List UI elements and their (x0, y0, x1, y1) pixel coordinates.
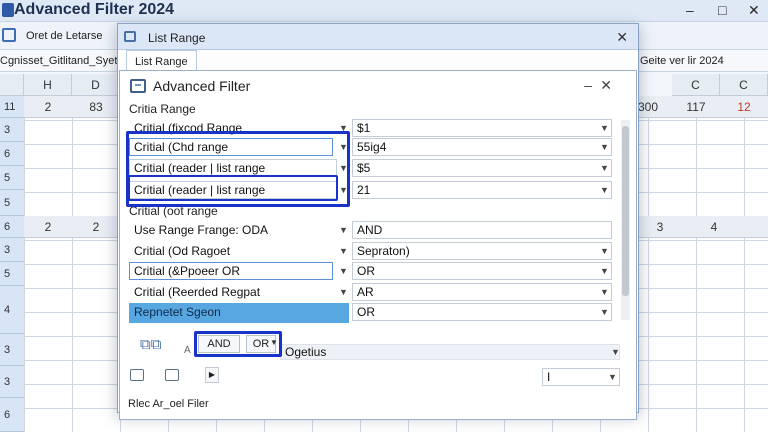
chevron-down-icon[interactable]: ▼ (339, 225, 348, 235)
cell-value[interactable]: 3 (640, 220, 680, 234)
criteria-field-6[interactable]: Critial (Od Ragoet (129, 242, 337, 260)
chevron-down-icon[interactable]: ▼ (339, 163, 348, 173)
save-icon[interactable] (130, 369, 144, 381)
name-box[interactable]: Cgnisset_Gitlitand_Syetidc (0, 55, 131, 67)
formula-text: Geite ver lir 2024 (640, 55, 724, 67)
ribbon-label[interactable]: Oret de Letarse (26, 30, 102, 42)
logic-and-button[interactable]: AND (198, 335, 240, 353)
value-field-5[interactable]: AND (352, 221, 612, 239)
scrollbar-thumb[interactable] (622, 126, 629, 296)
chevron-down-icon[interactable]: ▼ (339, 266, 348, 276)
dialog-scrollbar[interactable] (621, 120, 630, 320)
criteria-field-8[interactable]: Critial (Reerded Regpat (129, 283, 337, 301)
section-label-output: Critial (oot range (129, 204, 218, 218)
chevron-down-icon[interactable]: ▼ (600, 307, 609, 317)
value-field-3[interactable]: $5 (352, 159, 612, 177)
criteria-field-4[interactable]: Critial (reader | list range (129, 181, 337, 199)
criteria-field-1[interactable]: Critial (fixcod Range (129, 119, 337, 137)
chevron-down-icon[interactable]: ▼ (339, 142, 348, 152)
section-label-criteria: Critia Range (129, 102, 196, 116)
value-field-1[interactable]: $1 (352, 119, 612, 137)
chevron-down-icon[interactable]: ▼ (339, 185, 348, 195)
row-number[interactable]: 5 (0, 190, 24, 216)
footer-status-text: Rlec Ar_oel Filer (128, 398, 209, 410)
column-header[interactable]: C (672, 74, 720, 96)
column-header[interactable]: H (24, 74, 72, 96)
value-field-7[interactable]: OR (352, 262, 612, 280)
chevron-down-icon[interactable]: ▼ (600, 246, 609, 256)
chevron-down-icon[interactable]: ▼ (600, 163, 609, 173)
logic-prefix: A (184, 345, 191, 356)
logic-options-field[interactable]: Ogetius (280, 344, 620, 360)
value-field-2[interactable]: 55ig4 (352, 138, 612, 156)
chevron-down-icon[interactable]: ▼ (339, 287, 348, 297)
cell-value[interactable]: 12 (724, 100, 764, 114)
column-header[interactable]: D (72, 74, 120, 96)
criteria-field-7[interactable]: Critial (&Ppoeer OR (129, 262, 333, 280)
restore-icon[interactable] (165, 369, 179, 381)
criteria-field-2[interactable]: Critial (Chd range (129, 138, 333, 156)
cell-value[interactable]: 2 (76, 220, 116, 234)
filter-icon (130, 79, 146, 93)
cell-value[interactable]: 2 (28, 100, 68, 114)
chevron-down-icon[interactable]: ▼ (600, 142, 609, 152)
maximize-icon[interactable]: □ (718, 2, 726, 18)
advanced-filter-title-bar[interactable]: Advanced Filter – ✕ (120, 71, 636, 101)
chevron-down-icon[interactable]: ▼ (600, 266, 609, 276)
play-icon[interactable]: ▶ (205, 367, 219, 383)
value-field-8[interactable]: AR (352, 283, 612, 301)
tab-list-range[interactable]: List Range (126, 50, 197, 72)
list-range-title: List Range (148, 31, 206, 45)
cell-value[interactable]: 117 (676, 100, 716, 114)
chevron-down-icon[interactable]: ▼ (608, 372, 617, 382)
value-field-6[interactable]: Sepraton) (352, 242, 612, 260)
row-number[interactable]: 3 (0, 238, 24, 262)
criteria-field-5[interactable]: Use Range Frange: ODA (129, 221, 337, 239)
row-number[interactable]: 6 (0, 142, 24, 166)
close-icon[interactable]: ✕ (748, 2, 760, 19)
minimize-icon[interactable]: – (584, 77, 592, 93)
value-field-9[interactable]: OR (352, 303, 612, 321)
row-number[interactable]: 11 (0, 96, 24, 118)
app-logo-icon (2, 3, 14, 17)
chevron-down-icon[interactable]: ▼ (600, 123, 609, 133)
close-icon[interactable]: ✕ (600, 77, 612, 94)
chevron-down-icon[interactable]: ▼ (600, 185, 609, 195)
row-number[interactable]: 5 (0, 262, 24, 286)
value-field-4[interactable]: 21 (352, 181, 612, 199)
chevron-down-icon[interactable]: ▼ (600, 287, 609, 297)
row-number[interactable]: 3 (0, 118, 24, 142)
cell-value[interactable]: 83 (76, 100, 116, 114)
app-title-bar: Advanced Filter 2024 – □ ✕ (0, 0, 768, 22)
criteria-field-3[interactable]: Critial (reader | list range (129, 159, 337, 177)
app-title: Advanced Filter 2024 (14, 1, 175, 18)
chevron-down-icon[interactable]: ▼ (339, 246, 348, 256)
minimize-icon[interactable]: – (686, 2, 694, 18)
list-range-title-bar[interactable]: List Range ✕ (118, 24, 638, 50)
column-header[interactable]: C (720, 74, 768, 96)
copy-icon[interactable]: ⧉⧉ (140, 336, 161, 353)
row-number[interactable]: 6 (0, 398, 24, 432)
criteria-field-selected[interactable]: Repnetet Sgeon (129, 303, 349, 323)
close-icon[interactable]: ✕ (616, 29, 628, 46)
advanced-filter-title: Advanced Filter (153, 78, 251, 94)
row-number[interactable]: 3 (0, 334, 24, 366)
dialog-icon (124, 31, 136, 42)
cell-value[interactable]: 2 (28, 220, 68, 234)
cell-value[interactable]: 4 (694, 220, 734, 234)
row-number[interactable]: 6 (0, 216, 24, 238)
chevron-down-icon[interactable]: ▼ (270, 338, 278, 347)
chevron-down-icon[interactable]: ▼ (611, 347, 620, 357)
column-header[interactable] (0, 74, 24, 96)
chevron-down-icon[interactable]: ▼ (339, 123, 348, 133)
row-number[interactable]: 5 (0, 166, 24, 190)
row-number[interactable]: 4 (0, 286, 24, 334)
sheet-icon[interactable] (2, 28, 16, 42)
row-number[interactable]: 3 (0, 366, 24, 398)
